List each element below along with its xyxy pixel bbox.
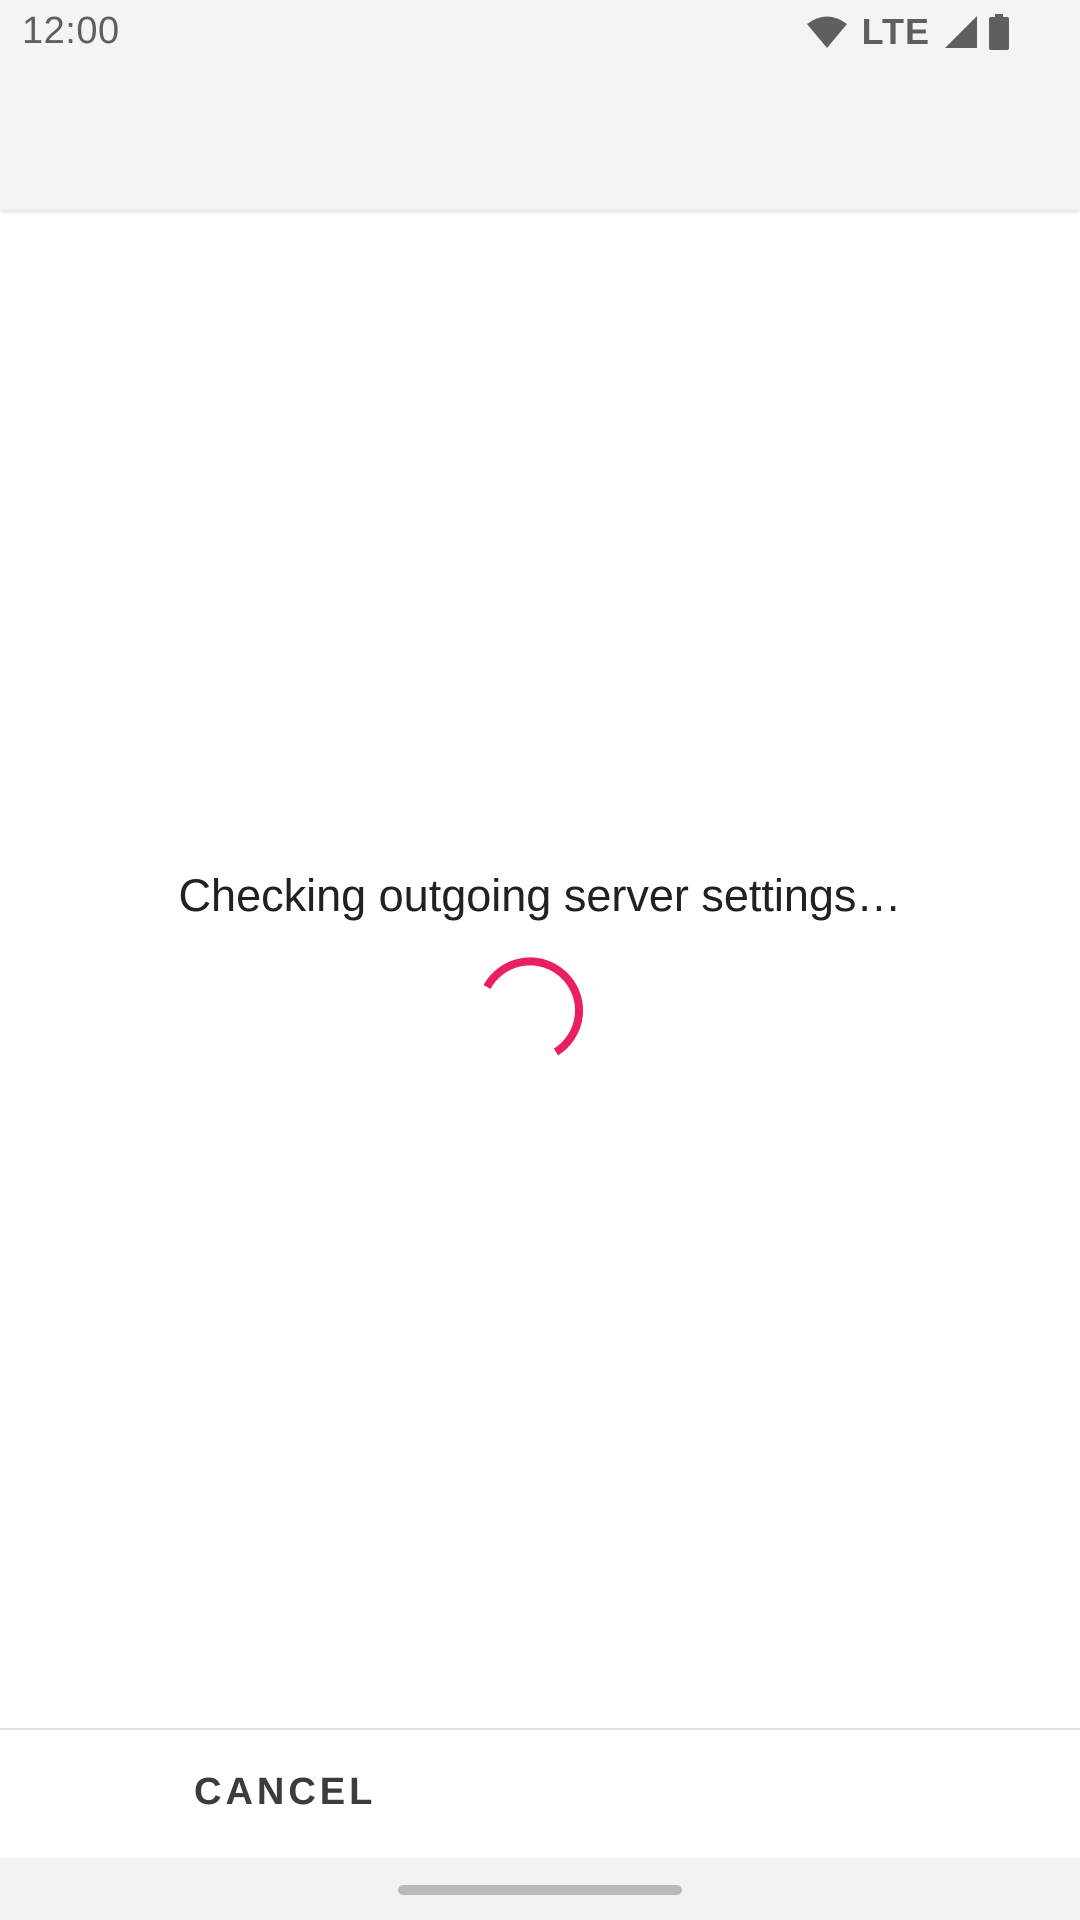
progress-message: Checking outgoing server settings… — [178, 870, 902, 921]
spinner-arc — [483, 957, 583, 1056]
battery-icon — [988, 14, 1010, 50]
cancel-button[interactable]: CANCEL — [170, 1752, 400, 1832]
status-icons: LTE — [806, 11, 1010, 52]
home-gesture-handle[interactable] — [398, 1885, 682, 1895]
screen: 12:00 LTE Checking outgoing server setti… — [0, 0, 1080, 1920]
wifi-icon — [806, 15, 848, 49]
signal-icon — [944, 15, 978, 49]
status-and-app-bar: 12:00 LTE — [0, 0, 1080, 210]
gesture-navigation-bar — [0, 1858, 1080, 1920]
loading-spinner — [483, 955, 588, 1059]
network-type-label: LTE — [861, 11, 930, 52]
bottom-button-bar: CANCEL — [0, 1728, 1080, 1858]
status-time: 12:00 — [22, 10, 120, 52]
